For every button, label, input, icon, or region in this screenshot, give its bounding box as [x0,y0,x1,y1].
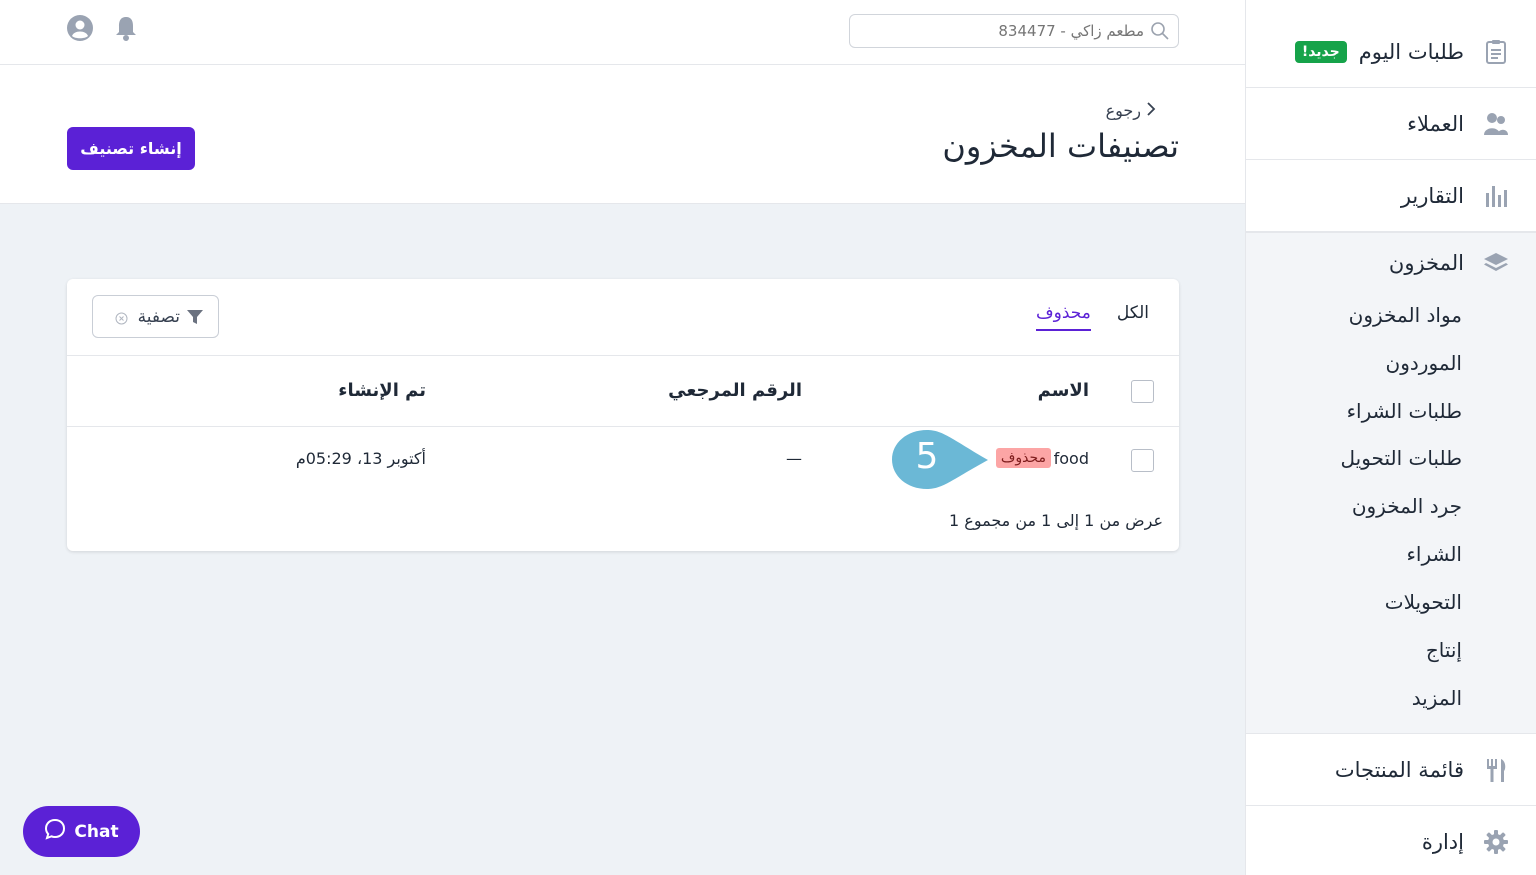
search-box[interactable] [849,14,1179,48]
pagination-info: عرض من 1 إلى 1 من مجموع 1 [949,511,1163,530]
sidebar-item-reports[interactable]: التقارير [1246,160,1536,232]
back-label: رجوع [1105,101,1141,120]
search-icon [1150,21,1170,41]
sidebar-item-label: العملاء [1407,111,1464,136]
layers-icon [1482,249,1510,277]
main-content: الكل محذوف تصفية الاسم الرقم المرجعي تم … [0,204,1245,875]
sidebar-item-label: إدارة [1421,830,1464,854]
tab-deleted[interactable]: محذوف [1035,303,1091,331]
step-marker-number: 5 [915,436,939,477]
sidebar-sub-item[interactable]: إنتاج [1426,638,1462,662]
clear-filter-icon[interactable] [115,310,128,325]
clipboard-icon [1482,38,1510,66]
page-title: تصنيفات المخزون [942,127,1179,165]
chat-button[interactable]: Chat [23,806,140,857]
sidebar-item-menu[interactable]: قائمة المنتجات [1246,734,1536,806]
table-header: الاسم الرقم المرجعي تم الإنشاء [67,355,1179,427]
column-header-created: تم الإنشاء [338,380,426,401]
sidebar-sub-item[interactable]: طلبات الشراء [1347,399,1462,423]
sidebar-sub-item[interactable]: مواد المخزون [1349,303,1462,327]
sidebar-item-management[interactable]: إدارة [1246,806,1536,875]
sidebar-item-label: المخزون [1388,251,1464,275]
new-badge: جديد! [1294,40,1347,63]
row-checkbox[interactable] [1131,449,1154,472]
row-created: أكتوبر 13، 05:29م [295,449,426,468]
filter-button[interactable]: تصفية [92,295,219,338]
back-link[interactable]: رجوع [1106,101,1157,120]
page-header: رجوع تصنيفات المخزون إنشاء تصنيف [0,65,1245,204]
sidebar-sub-item[interactable]: جرد المخزون [1352,494,1462,518]
chevron-left-icon [1145,101,1157,120]
sidebar-item-today-orders[interactable]: طلبات اليوم جديد! [1246,16,1536,88]
row-reference: — [786,449,802,468]
sidebar-sub-item[interactable]: الموردون [1386,351,1462,375]
filter-label: تصفية [137,306,180,327]
column-header-reference: الرقم المرجعي [668,380,802,401]
sidebar-sub-item[interactable]: المزيد [1412,686,1462,710]
sidebar-sub-item[interactable]: طلبات التحويل [1341,446,1463,470]
categories-card: الكل محذوف تصفية الاسم الرقم المرجعي تم … [67,279,1179,551]
column-header-name: الاسم [1037,380,1089,401]
sidebar-inventory-group: المخزون مواد المخزون الموردون طلبات الشر… [1246,232,1536,734]
deleted-badge: محذوف [995,448,1051,468]
row-name: food [1053,449,1089,468]
sidebar-item-label: طلبات اليوم [1358,39,1464,64]
filter-icon [186,308,204,326]
tabs: الكل محذوف [1035,303,1149,331]
sidebar: طلبات اليوم جديد! العملاء التقارير المخز… [1245,0,1536,875]
sidebar-item-customers[interactable]: العملاء [1246,88,1536,160]
select-all-checkbox[interactable] [1131,380,1154,403]
users-icon [1482,110,1510,138]
sidebar-sub-item[interactable]: الشراء [1407,542,1463,566]
gear-icon [1482,828,1510,856]
sidebar-sub-item[interactable]: التحويلات [1385,590,1462,614]
tab-all[interactable]: الكل [1117,303,1149,331]
chat-bubble-icon [44,818,66,845]
search-input[interactable] [864,22,1144,40]
sidebar-item-inventory[interactable]: المخزون [1246,249,1536,277]
top-bar [0,0,1245,65]
fork-knife-icon [1482,756,1510,784]
table-row[interactable]: food محذوف — أكتوبر 13، 05:29م [67,427,1179,493]
bar-chart-icon [1482,182,1510,210]
sidebar-item-label: قائمة المنتجات [1334,757,1464,782]
bell-icon[interactable] [112,14,140,42]
sidebar-item-label: التقارير [1400,183,1464,208]
create-category-button[interactable]: إنشاء تصنيف [67,127,195,170]
user-avatar-icon[interactable] [66,14,94,42]
chat-label: Chat [74,821,119,842]
